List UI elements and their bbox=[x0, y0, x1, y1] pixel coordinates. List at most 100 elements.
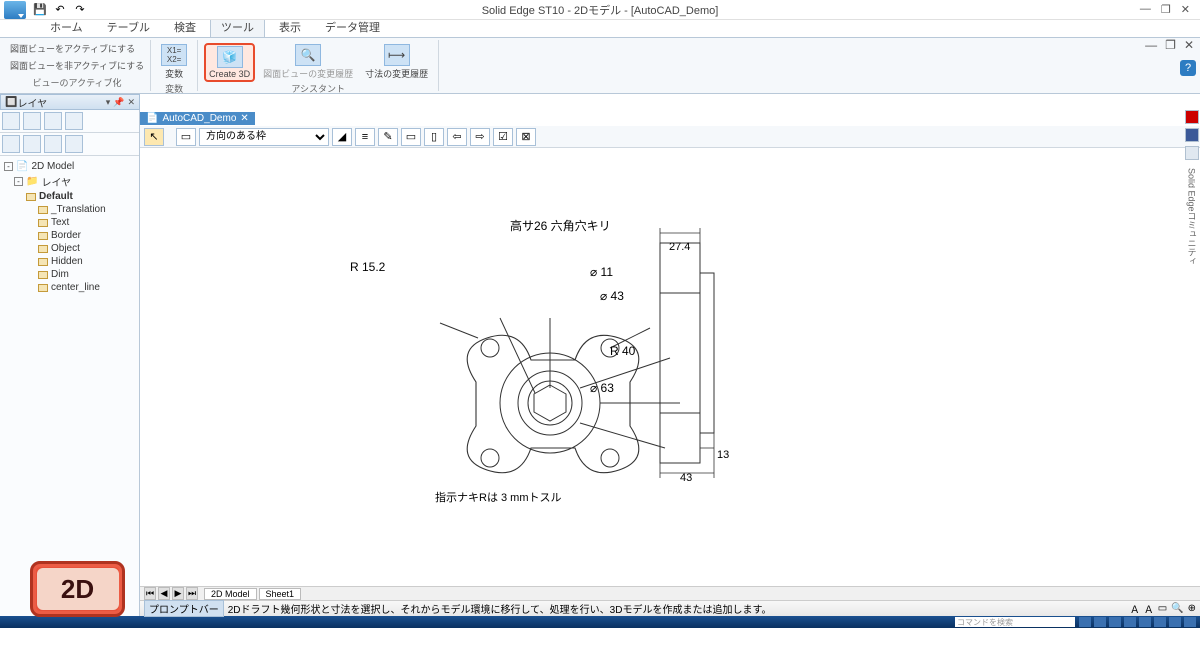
community-label[interactable]: Solid Edgeコミュニティ bbox=[1186, 168, 1199, 266]
task-icon-2[interactable] bbox=[1094, 617, 1106, 627]
command-search[interactable]: コマンドを検索 bbox=[955, 617, 1075, 627]
layer-tool-7[interactable] bbox=[44, 135, 62, 153]
status-icon-1[interactable]: Ａ bbox=[1130, 601, 1140, 616]
sheet-sheet1[interactable]: Sheet1 bbox=[259, 588, 302, 600]
task-icon-3[interactable] bbox=[1109, 617, 1121, 627]
check-button[interactable]: ☑ bbox=[493, 128, 513, 146]
tool-a[interactable]: ◢ bbox=[332, 128, 352, 146]
layer-panel: -📄2D Model -📁レイヤ Default _Translation Te… bbox=[0, 110, 140, 616]
ribbon-group-variables: 変数 bbox=[165, 82, 183, 95]
save-button[interactable]: 💾 bbox=[31, 2, 49, 18]
tool-e[interactable]: ▯ bbox=[424, 128, 444, 146]
ribbon-tabs: ホーム テーブル 検査 ツール 表示 データ管理 bbox=[0, 20, 1200, 38]
tool-c[interactable]: ✎ bbox=[378, 128, 398, 146]
tab-table[interactable]: テーブル bbox=[97, 17, 160, 37]
task-icon-4[interactable] bbox=[1124, 617, 1136, 627]
sheet-first[interactable]: ⏮ bbox=[144, 587, 156, 600]
cancel-tool-button[interactable]: ⊠ bbox=[516, 128, 536, 146]
minimize-button[interactable]: — bbox=[1140, 3, 1151, 16]
layer-translation[interactable]: _Translation bbox=[4, 203, 135, 216]
app-menu-button[interactable] bbox=[4, 1, 26, 19]
layer-hidden[interactable]: Hidden bbox=[4, 255, 135, 268]
variables-button[interactable]: X1=X2= 変数 bbox=[157, 42, 191, 82]
facebook-icon[interactable] bbox=[1185, 128, 1199, 142]
sheet-next[interactable]: ▶ bbox=[172, 587, 184, 600]
layer-centerline[interactable]: center_line bbox=[4, 281, 135, 294]
layer-tool-1[interactable] bbox=[2, 112, 20, 130]
dimension-history-button[interactable]: ⟼ 寸法の変更履歴 bbox=[361, 42, 432, 82]
document-tab[interactable]: 📄AutoCAD_Demo✕ bbox=[140, 112, 255, 125]
layer-tool-8[interactable] bbox=[65, 135, 83, 153]
sheet-2dmodel[interactable]: 2D Model bbox=[204, 588, 257, 600]
prev-button[interactable]: ⇦ bbox=[447, 128, 467, 146]
status-icon-2[interactable]: Ａ bbox=[1144, 601, 1154, 616]
status-bar: プロンプトバー 2Dドラフト幾何形状と寸法を選択し、それからモデル環境に移行して… bbox=[140, 600, 1200, 616]
layer-default[interactable]: Default bbox=[4, 190, 135, 203]
tool-d[interactable]: ▭ bbox=[401, 128, 421, 146]
sheet-last[interactable]: ⏭ bbox=[186, 587, 198, 600]
create-3d-button[interactable]: 🧊 Create 3D bbox=[204, 43, 255, 82]
help-button[interactable]: ? bbox=[1180, 60, 1196, 76]
community-icon[interactable] bbox=[1185, 146, 1199, 160]
layer-tool-5[interactable] bbox=[2, 135, 20, 153]
canvas-toolbar: ↖ ▭ 方向のある枠 ◢ ≡ ✎ ▭ ▯ ⇦ ⇨ ☑ ⊠ bbox=[140, 126, 1200, 148]
activate-view-option[interactable]: 図面ビューをアクティブにする bbox=[10, 42, 135, 55]
youtube-icon[interactable] bbox=[1185, 110, 1199, 124]
drawing-note: 指示ナキRは 3 mmトスル bbox=[435, 490, 562, 504]
layer-toolbar bbox=[0, 110, 139, 133]
layer-dim[interactable]: Dim bbox=[4, 268, 135, 281]
panel-autohide-button[interactable]: 📌 bbox=[113, 97, 124, 108]
task-icon-6[interactable] bbox=[1154, 617, 1166, 627]
layer-tool-3[interactable] bbox=[44, 112, 62, 130]
task-icon-7[interactable] bbox=[1169, 617, 1181, 627]
restore-button[interactable]: ❐ bbox=[1161, 3, 1171, 16]
layer-tool-2[interactable] bbox=[23, 112, 41, 130]
tree-layers[interactable]: -📁レイヤ bbox=[4, 173, 135, 190]
status-icon-5[interactable]: ⊕ bbox=[1188, 603, 1196, 614]
next-button[interactable]: ⇨ bbox=[470, 128, 490, 146]
layer-text[interactable]: Text bbox=[4, 216, 135, 229]
window-tool[interactable]: ▭ bbox=[176, 128, 196, 146]
magnify-icon: 🔍 bbox=[295, 44, 321, 66]
ribbon-group-activate: ビューのアクティブ化 bbox=[33, 76, 122, 89]
tab-inspect[interactable]: 検査 bbox=[164, 17, 206, 37]
dim-r40: R 40 bbox=[610, 344, 636, 358]
drawing-canvas[interactable]: 高サ26 六角穴キリ R 15.2 ⌀ 11 ⌀ 43 R 40 ⌀ 63 27… bbox=[140, 148, 1200, 586]
dim-r152: R 15.2 bbox=[350, 260, 386, 274]
layer-object[interactable]: Object bbox=[4, 242, 135, 255]
task-icon-8[interactable] bbox=[1184, 617, 1196, 627]
pointer-tool[interactable]: ↖ bbox=[144, 128, 164, 146]
layer-tool-4[interactable] bbox=[65, 112, 83, 130]
undo-button[interactable]: ↶ bbox=[51, 2, 69, 18]
layer-border[interactable]: Border bbox=[4, 229, 135, 242]
quick-access-toolbar: 💾 ↶ ↷ Solid Edge ST10 - 2Dモデル - [AutoCAD… bbox=[0, 0, 1200, 20]
deactivate-view-option[interactable]: 図面ビューを非アクティブにする bbox=[10, 59, 144, 72]
sheet-prev[interactable]: ◀ bbox=[158, 587, 170, 600]
task-icon-5[interactable] bbox=[1139, 617, 1151, 627]
panel-pin-button[interactable]: ▾ bbox=[106, 97, 111, 108]
mdi-close-button[interactable]: ✕ bbox=[1184, 38, 1194, 52]
close-button[interactable]: ✕ bbox=[1181, 3, 1190, 16]
tree-root[interactable]: -📄2D Model bbox=[4, 160, 135, 173]
layer-tree: -📄2D Model -📁レイヤ Default _Translation Te… bbox=[0, 156, 139, 616]
tab-close-icon[interactable]: ✕ bbox=[240, 113, 248, 124]
status-icon-3[interactable]: ▭ bbox=[1158, 603, 1167, 614]
layer-panel-title: レイヤ bbox=[17, 95, 47, 110]
tab-home[interactable]: ホーム bbox=[40, 17, 93, 37]
layer-panel-header: 🔲 レイヤ ▾📌✕ bbox=[0, 94, 140, 110]
view-history-button[interactable]: 🔍 図面ビューの変更履歴 bbox=[259, 42, 357, 82]
tab-view[interactable]: 表示 bbox=[269, 17, 311, 37]
layer-tool-6[interactable] bbox=[23, 135, 41, 153]
dim-13: 13 bbox=[717, 449, 729, 461]
redo-button[interactable]: ↷ bbox=[71, 2, 89, 18]
selection-mode-dropdown[interactable]: 方向のある枠 bbox=[199, 128, 329, 146]
panel-icon: 🔲 bbox=[5, 97, 17, 108]
tab-data[interactable]: データ管理 bbox=[315, 17, 390, 37]
mdi-restore-button[interactable]: ❐ bbox=[1165, 38, 1176, 52]
task-icon-1[interactable] bbox=[1079, 617, 1091, 627]
tool-b[interactable]: ≡ bbox=[355, 128, 375, 146]
status-message: 2Dドラフト幾何形状と寸法を選択し、それからモデル環境に移行して、処理を行い、3… bbox=[228, 601, 772, 616]
mdi-minimize-button[interactable]: — bbox=[1145, 38, 1157, 52]
status-icon-4[interactable]: 🔍 bbox=[1171, 603, 1183, 614]
panel-close-button[interactable]: ✕ bbox=[127, 97, 135, 108]
